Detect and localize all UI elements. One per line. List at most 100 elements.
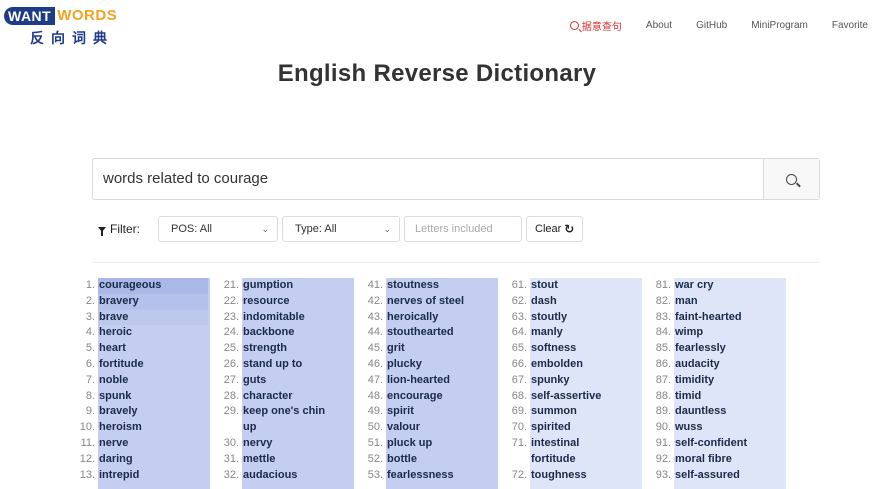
result-item[interactable]: 90. wuss <box>652 420 786 436</box>
result-item[interactable]: 12. daring <box>76 452 210 468</box>
result-item[interactable]: 53. fearlessness <box>364 468 498 484</box>
result-word[interactable]: bravery <box>98 293 208 310</box>
result-word[interactable]: moral fibre <box>674 452 732 468</box>
result-item[interactable]: 48. encourage <box>364 389 498 405</box>
result-item[interactable]: up <box>220 420 354 436</box>
letters-included-input[interactable]: Letters included <box>404 216 522 242</box>
result-item[interactable]: 87. timidity <box>652 373 786 389</box>
result-word[interactable]: bottle <box>386 452 417 468</box>
result-item[interactable]: 22. resource <box>220 294 354 310</box>
result-word[interactable]: wimp <box>674 325 703 341</box>
result-word[interactable]: fortitude <box>530 452 576 468</box>
result-word[interactable]: fearlessly <box>674 341 726 357</box>
nav-sentence-search[interactable]: 据意查句 <box>569 18 622 33</box>
result-word[interactable]: timidity <box>674 373 714 389</box>
search-button[interactable] <box>763 159 819 199</box>
result-word[interactable]: spunk <box>98 389 131 405</box>
result-word[interactable]: manly <box>530 325 563 341</box>
result-item[interactable]: 91. self-confident <box>652 436 786 452</box>
result-word[interactable]: heroically <box>386 310 438 326</box>
result-item[interactable]: 4. heroic <box>76 325 210 341</box>
result-item[interactable]: 49. spirit <box>364 404 498 420</box>
result-item[interactable]: 11. nerve <box>76 436 210 452</box>
result-word[interactable]: grit <box>386 341 405 357</box>
result-item[interactable]: 47. lion-hearted <box>364 373 498 389</box>
result-word[interactable]: man <box>674 294 698 310</box>
result-item[interactable]: 30. nervy <box>220 436 354 452</box>
result-word[interactable]: lion-hearted <box>386 373 450 389</box>
result-word[interactable]: up <box>242 420 256 436</box>
result-word[interactable]: courageous <box>98 278 208 294</box>
result-word[interactable]: brave <box>98 309 208 326</box>
result-item[interactable]: 32. audacious <box>220 468 354 484</box>
result-item[interactable]: 8. spunk <box>76 389 210 405</box>
result-item[interactable]: 86. audacity <box>652 357 786 373</box>
result-word[interactable]: fearlessness <box>386 468 454 484</box>
result-item[interactable]: fortitude <box>508 452 642 468</box>
result-item[interactable]: 2. bravery <box>76 293 210 310</box>
result-word[interactable]: heart <box>98 341 126 357</box>
result-item[interactable]: 25. strength <box>220 341 354 357</box>
result-word[interactable]: gumption <box>242 278 293 294</box>
result-word[interactable]: embolden <box>530 357 583 373</box>
result-word[interactable]: summon <box>530 404 577 420</box>
result-item[interactable]: 68. self-assertive <box>508 389 642 405</box>
result-item[interactable]: 7. noble <box>76 373 210 389</box>
result-word[interactable]: valour <box>386 420 420 436</box>
result-word[interactable]: plucky <box>386 357 422 373</box>
result-word[interactable]: intestinal <box>530 436 579 452</box>
result-item[interactable]: 50. valour <box>364 420 498 436</box>
result-item[interactable]: 43. heroically <box>364 310 498 326</box>
result-item[interactable]: 42. nerves of steel <box>364 294 498 310</box>
result-item[interactable]: 26. stand up to <box>220 357 354 373</box>
result-item[interactable]: 92. moral fibre <box>652 452 786 468</box>
result-word[interactable]: spunky <box>530 373 570 389</box>
result-word[interactable]: fortitude <box>98 357 144 373</box>
result-word[interactable]: dauntless <box>674 404 726 420</box>
result-item[interactable]: 52. bottle <box>364 452 498 468</box>
result-word[interactable]: stout <box>530 278 558 294</box>
result-item[interactable]: 64. manly <box>508 325 642 341</box>
result-word[interactable]: faint-hearted <box>674 310 742 326</box>
result-item[interactable]: 85. fearlessly <box>652 341 786 357</box>
result-item[interactable]: 46. plucky <box>364 357 498 373</box>
result-word[interactable]: resource <box>242 294 289 310</box>
result-word[interactable]: stouthearted <box>386 325 454 341</box>
nav-miniprogram[interactable]: MiniProgram <box>751 20 808 31</box>
result-item[interactable]: 66. embolden <box>508 357 642 373</box>
nav-favorite[interactable]: Favorite <box>832 20 868 31</box>
result-item[interactable]: 1. courageous <box>76 278 210 294</box>
result-word[interactable]: self-assertive <box>530 389 601 405</box>
result-item[interactable]: 27. guts <box>220 373 354 389</box>
clear-button[interactable]: Clear ↻ <box>526 216 584 242</box>
result-item[interactable]: 28. character <box>220 389 354 405</box>
result-item[interactable]: 84. wimp <box>652 325 786 341</box>
result-item[interactable]: 45. grit <box>364 341 498 357</box>
result-word[interactable]: backbone <box>242 325 294 341</box>
result-word[interactable]: heroism <box>98 420 142 436</box>
result-item[interactable]: 88. timid <box>652 389 786 405</box>
result-item[interactable]: 44. stouthearted <box>364 325 498 341</box>
result-word[interactable]: war cry <box>674 278 714 294</box>
result-word[interactable]: stoutly <box>530 310 567 326</box>
result-item[interactable]: 67. spunky <box>508 373 642 389</box>
result-word[interactable]: mettle <box>242 452 275 468</box>
result-item[interactable]: 72. toughness <box>508 468 642 484</box>
result-word[interactable]: bravely <box>98 404 138 420</box>
nav-github[interactable]: GitHub <box>696 20 727 31</box>
result-item[interactable]: 10. heroism <box>76 420 210 436</box>
result-item[interactable]: 24. backbone <box>220 325 354 341</box>
result-item[interactable]: 21. gumption <box>220 278 354 294</box>
result-word[interactable]: intrepid <box>98 468 139 484</box>
result-item[interactable]: 71. intestinal <box>508 436 642 452</box>
result-word[interactable]: wuss <box>674 420 703 436</box>
result-item[interactable]: 83. faint-hearted <box>652 310 786 326</box>
result-item[interactable]: 70. spirited <box>508 420 642 436</box>
result-word[interactable]: stoutness <box>386 278 439 294</box>
result-item[interactable]: 5. heart <box>76 341 210 357</box>
result-item[interactable]: 81. war cry <box>652 278 786 294</box>
result-word[interactable]: pluck up <box>386 436 432 452</box>
result-item[interactable]: 31. mettle <box>220 452 354 468</box>
result-word[interactable]: nerve <box>98 436 128 452</box>
type-select[interactable]: Type: All ⌄ <box>282 216 400 242</box>
